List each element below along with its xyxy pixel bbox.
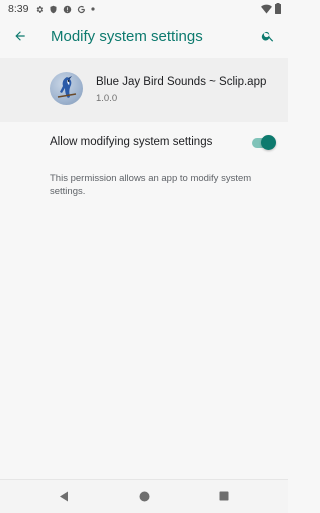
app-bar: Modify system settings bbox=[0, 18, 288, 56]
allow-modify-setting-row[interactable]: Allow modifying system settings bbox=[0, 124, 288, 162]
google-icon bbox=[78, 5, 86, 13]
recents-square-icon bbox=[219, 491, 229, 501]
app-version: 1.0.0 bbox=[96, 93, 118, 104]
permission-description: This permission allows an app to modify … bbox=[50, 173, 252, 197]
setting-label: Allow modifying system settings bbox=[50, 136, 213, 148]
status-bar: 8:39 bbox=[0, 0, 288, 18]
blue-jay-icon bbox=[57, 76, 77, 98]
app-icon bbox=[50, 72, 83, 105]
dot-icon bbox=[91, 7, 96, 11]
wifi-icon bbox=[261, 4, 272, 14]
home-circle-icon bbox=[139, 491, 149, 501]
status-time: 8:39 bbox=[8, 3, 29, 15]
nav-home-button[interactable] bbox=[136, 488, 152, 504]
nav-recents-button[interactable] bbox=[216, 488, 232, 504]
page-title: Modify system settings bbox=[51, 28, 203, 45]
status-right bbox=[261, 3, 281, 14]
app-name: Blue Jay Bird Sounds ~ Sclip.app bbox=[96, 76, 267, 88]
allow-modify-switch[interactable] bbox=[250, 135, 276, 151]
status-icons bbox=[35, 5, 96, 14]
battery-icon bbox=[275, 3, 281, 14]
shield-icon bbox=[50, 5, 57, 13]
search-icon bbox=[261, 31, 274, 42]
app-header: Blue Jay Bird Sounds ~ Sclip.app 1.0.0 bbox=[0, 58, 288, 122]
back-button[interactable] bbox=[8, 24, 32, 48]
gear-icon bbox=[37, 5, 44, 13]
alert-icon bbox=[64, 5, 72, 13]
switch-thumb bbox=[261, 135, 276, 150]
nav-back-button[interactable] bbox=[56, 488, 72, 504]
navigation-bar bbox=[0, 479, 288, 513]
arrow-back-icon bbox=[15, 31, 25, 41]
search-button[interactable] bbox=[256, 24, 280, 48]
back-triangle-icon bbox=[60, 491, 68, 501]
